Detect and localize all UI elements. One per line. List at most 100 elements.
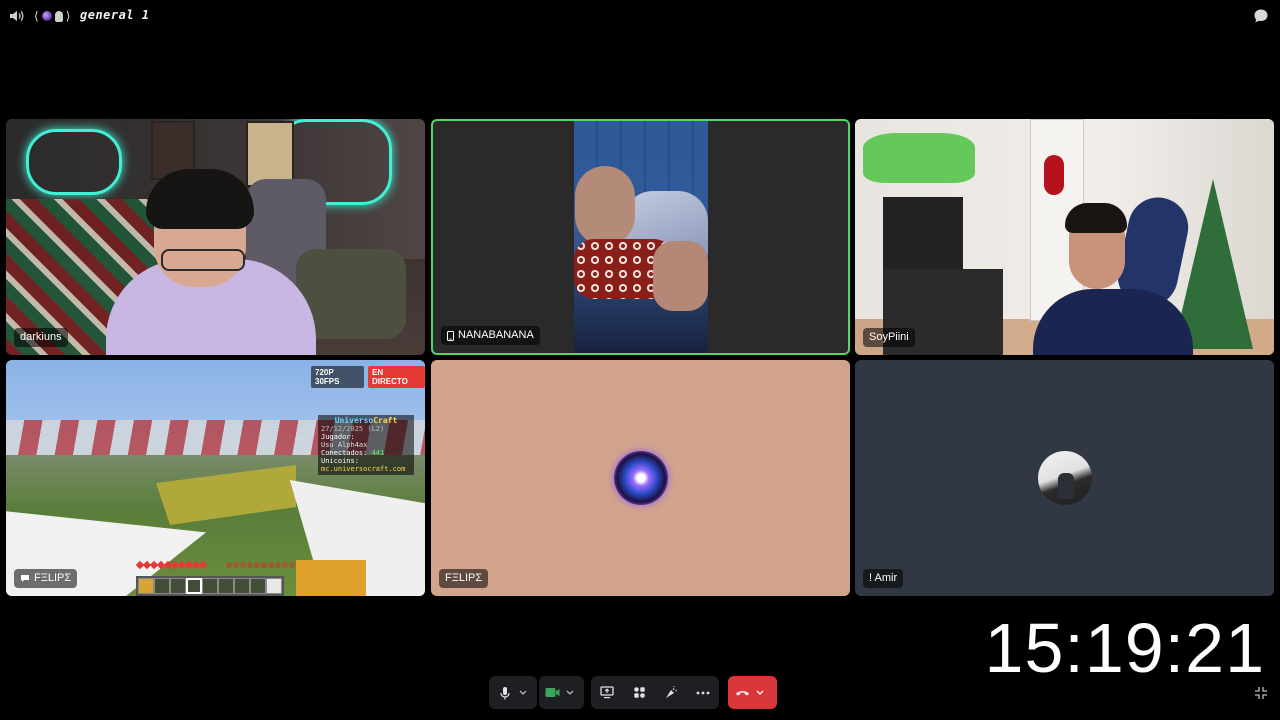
participant-name-label: FΞLIPΣ	[439, 569, 489, 588]
stream-badges: 720P 30FPS EN DIRECTO	[311, 366, 425, 388]
participant-tile-nanabanana[interactable]: NANABANANA	[431, 119, 850, 355]
food-icon	[226, 562, 232, 568]
participant-name-label: darkiuns	[14, 328, 68, 347]
scoreboard-title-a: Universo	[334, 416, 374, 425]
participant-name: FΞLIPΣ	[34, 572, 72, 584]
bracket-left: ⟨	[34, 9, 39, 23]
scoreboard-url: mc.universocraft.com	[321, 465, 406, 473]
participant-name-label: NANABANANA	[441, 326, 540, 345]
hotbar-slot	[266, 578, 282, 594]
participant-tile-amir[interactable]: ! Amir	[855, 360, 1274, 596]
camera-control	[539, 676, 584, 709]
participant-name: ! Amir	[869, 572, 898, 584]
participant-name-label: FΞLIPΣ	[14, 569, 78, 588]
live-badge: EN DIRECTO	[368, 366, 425, 388]
red-bow	[1044, 155, 1064, 195]
food-icon	[233, 562, 239, 568]
food-icon	[261, 562, 267, 568]
soundboard-button[interactable]	[660, 682, 682, 704]
activities-icon	[633, 687, 645, 698]
participant-tile-darkiuns[interactable]: darkiuns	[6, 119, 425, 355]
hotbar-slot-selected	[186, 578, 202, 594]
scoreboard-title: UniversoCraft	[321, 417, 411, 425]
hotbar-slot	[138, 578, 154, 594]
stream-chat-icon	[21, 575, 29, 582]
scoreboard-date: 27/12/2025 (L2)	[321, 425, 385, 433]
scoreboard-coins-label: Unicoins:	[321, 457, 359, 465]
channel-name: general 1	[80, 8, 150, 22]
scoreboard-player-label: Jugador:	[321, 433, 355, 441]
resolution-badge: 720P 30FPS	[311, 366, 365, 388]
food-icon	[254, 562, 260, 568]
avatar	[614, 451, 668, 505]
participant-name-label: SoyPiini	[863, 328, 915, 347]
person-face	[575, 166, 635, 246]
health-bar	[135, 560, 208, 570]
speaker-icon[interactable]	[9, 9, 25, 23]
hotbar-slot	[154, 578, 170, 594]
chevron-down-icon	[519, 690, 527, 695]
disconnect-control	[728, 676, 777, 709]
hang-up-icon	[735, 690, 749, 695]
food-icon	[289, 562, 295, 568]
disconnect-button[interactable]	[731, 682, 753, 704]
chevron-down-icon	[756, 690, 764, 695]
hotbar-slot	[202, 578, 218, 594]
more-options-button[interactable]	[692, 682, 714, 704]
scoreboard-connected-label: Conectados:	[321, 449, 368, 457]
clock-overlay: 15:19:21	[984, 609, 1265, 687]
food-icon	[282, 562, 288, 568]
camera-options-button[interactable]	[563, 682, 577, 704]
top-bar: ⟨ ⟩ general 1	[0, 0, 1280, 32]
person-hair	[1065, 203, 1127, 233]
person-hair	[146, 169, 254, 229]
microphone-icon	[500, 686, 510, 699]
food-icon	[275, 562, 281, 568]
avatar	[1038, 451, 1092, 505]
hotbar-slot	[170, 578, 186, 594]
scoreboard-connected: Conectados: 441	[321, 449, 411, 457]
hotbar-slot	[250, 578, 266, 594]
neon-light	[26, 129, 122, 195]
participant-tile-soypiini[interactable]: SoyPiini	[855, 119, 1274, 355]
orb-icon	[41, 11, 52, 21]
game-hotbar	[136, 576, 284, 596]
hotbar-slot	[218, 578, 234, 594]
exit-fullscreen-icon[interactable]	[1254, 686, 1268, 700]
glasses	[161, 249, 245, 271]
hotbar-slot	[234, 578, 250, 594]
poster	[246, 121, 294, 187]
microphone-control	[489, 676, 537, 709]
scoreboard-title-b: Craft	[373, 416, 398, 425]
chat-icon[interactable]	[1253, 8, 1269, 24]
chevron-down-icon	[566, 690, 574, 695]
channel-decoration: ⟨ ⟩	[34, 8, 70, 24]
food-icon	[247, 562, 253, 568]
camera-icon	[545, 688, 559, 697]
activities-button[interactable]	[628, 682, 650, 704]
soundboard-icon	[666, 685, 677, 698]
food-icon	[240, 562, 246, 568]
person-arm	[653, 241, 708, 311]
scoreboard-connected-value: 441	[371, 449, 385, 457]
participant-name-label: ! Amir	[863, 569, 904, 588]
microphone-button[interactable]	[494, 682, 516, 704]
participant-name: SoyPiini	[869, 331, 909, 343]
bracket-right: ⟩	[65, 9, 71, 23]
heart-icon	[198, 560, 208, 570]
game-scoreboard: UniversoCraft 27/12/2025 (L2) Jugador: U…	[318, 415, 414, 475]
action-controls	[591, 676, 719, 709]
food-icon	[268, 562, 274, 568]
voice-call-window: ⟨ ⟩ general 1 darkiuns NANABANANA SoyPii…	[0, 0, 1280, 720]
participant-name: NANABANANA	[458, 329, 534, 341]
participant-name: darkiuns	[20, 331, 62, 343]
screen-share-button[interactable]	[596, 682, 618, 704]
microphone-options-button[interactable]	[516, 682, 530, 704]
participant-tile-felipe-stream[interactable]: 720P 30FPS EN DIRECTO UniversoCraft 27/1…	[6, 360, 425, 596]
participant-tile-felipe[interactable]: FΞLIPΣ	[431, 360, 850, 596]
screen-share-icon	[600, 686, 614, 699]
avatar-figure	[1058, 473, 1074, 499]
disconnect-options-button[interactable]	[753, 682, 767, 704]
scoreboard-player-value: Usu Alph4ax	[321, 441, 368, 449]
camera-button[interactable]	[541, 682, 563, 704]
